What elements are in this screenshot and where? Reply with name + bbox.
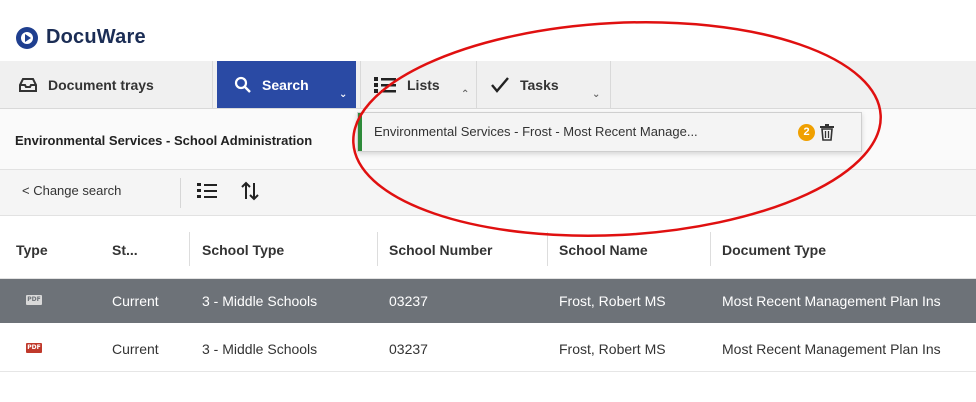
cell-school-name: Frost, Robert MS bbox=[559, 341, 666, 357]
tab-tasks-label: Tasks bbox=[520, 76, 559, 93]
cell-document-type: Most Recent Management Plan Ins bbox=[722, 341, 941, 357]
column-header-school-number[interactable]: School Number bbox=[389, 242, 492, 258]
tab-lists-label: Lists bbox=[407, 76, 440, 93]
cell-school-number: 03237 bbox=[389, 341, 428, 357]
result-toolbar: < Change search bbox=[0, 170, 976, 216]
trash-icon[interactable] bbox=[819, 123, 835, 141]
chevron-down-icon[interactable]: ⌄ bbox=[339, 89, 347, 100]
pdf-icon: PDF bbox=[26, 343, 42, 353]
top-bar: DocuWare bbox=[0, 0, 976, 60]
tray-icon bbox=[19, 77, 37, 92]
table-row[interactable]: PDF Current 3 - Middle Schools 03237 Fro… bbox=[0, 327, 976, 372]
column-divider[interactable] bbox=[189, 232, 190, 266]
list-icon bbox=[374, 76, 396, 93]
pdf-icon: PDF bbox=[26, 295, 42, 305]
main-tabs: Document trays Search ⌄ Lists ⌃ Tasks ⌄ bbox=[0, 61, 976, 109]
breadcrumb[interactable]: Environmental Services - School Administ… bbox=[15, 133, 360, 148]
docuware-logo[interactable]: DocuWare bbox=[16, 26, 146, 49]
search-icon bbox=[234, 76, 251, 93]
column-header-school-name[interactable]: School Name bbox=[559, 242, 648, 258]
cell-school-name: Frost, Robert MS bbox=[559, 293, 666, 309]
app-title: DocuWare bbox=[46, 26, 146, 48]
tab-search-label: Search bbox=[262, 76, 309, 93]
chevron-down-icon[interactable]: ⌄ bbox=[592, 89, 600, 100]
cell-school-type: 3 - Middle Schools bbox=[202, 341, 318, 357]
count-badge: 2 bbox=[798, 124, 815, 141]
sort-icon[interactable] bbox=[240, 181, 260, 201]
column-header-type[interactable]: Type bbox=[16, 242, 48, 258]
chevron-up-icon[interactable]: ⌃ bbox=[461, 89, 469, 100]
tab-search[interactable]: Search ⌄ bbox=[217, 61, 356, 108]
tab-tasks[interactable]: Tasks ⌄ bbox=[478, 61, 611, 108]
cell-document-type: Most Recent Management Plan Ins bbox=[722, 293, 941, 309]
column-header-document-type[interactable]: Document Type bbox=[722, 242, 826, 258]
table-row[interactable]: PDF Current 3 - Middle Schools 03237 Fro… bbox=[0, 279, 976, 323]
tab-lists[interactable]: Lists ⌃ bbox=[360, 61, 477, 108]
cell-status: Current bbox=[112, 293, 159, 309]
lists-dropdown: Environmental Services - Frost - Most Re… bbox=[357, 112, 862, 152]
column-header-school-type[interactable]: School Type bbox=[202, 242, 284, 258]
column-divider[interactable] bbox=[377, 232, 378, 266]
table-header: Type St... School Type School Number Sch… bbox=[0, 216, 976, 279]
dropdown-accent bbox=[358, 113, 362, 151]
column-header-status[interactable]: St... bbox=[112, 242, 138, 258]
docuware-logo-icon bbox=[16, 26, 38, 49]
tab-document-trays-label: Document trays bbox=[48, 76, 154, 93]
cell-school-type: 3 - Middle Schools bbox=[202, 293, 318, 309]
column-divider[interactable] bbox=[710, 232, 711, 266]
tab-document-trays[interactable]: Document trays bbox=[0, 61, 213, 108]
toolbar-divider bbox=[180, 178, 181, 208]
cell-school-number: 03237 bbox=[389, 293, 428, 309]
column-divider[interactable] bbox=[547, 232, 548, 266]
list-view-icon[interactable] bbox=[196, 181, 218, 201]
change-search-button[interactable]: < Change search bbox=[22, 183, 121, 198]
saved-list-item[interactable]: Environmental Services - Frost - Most Re… bbox=[374, 124, 698, 139]
cell-status: Current bbox=[112, 341, 159, 357]
check-icon bbox=[491, 76, 509, 93]
